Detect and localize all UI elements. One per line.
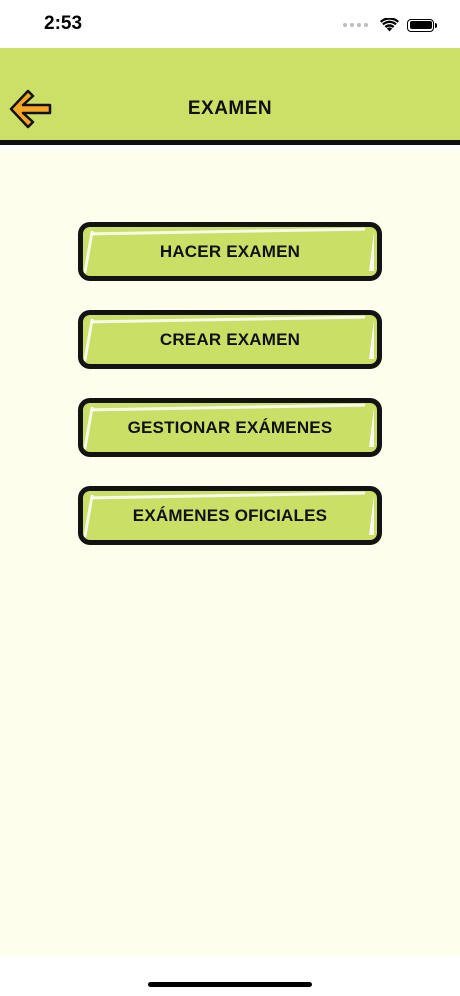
app-header: EXAMEN bbox=[0, 48, 460, 145]
button-face: CREAR EXAMEN bbox=[83, 315, 377, 364]
button-shine bbox=[369, 319, 374, 359]
button-label: EXÁMENES OFICIALES bbox=[132, 505, 328, 525]
hacer-examen-button[interactable]: HACER EXAMEN bbox=[78, 222, 382, 281]
home-indicator[interactable] bbox=[148, 982, 312, 987]
page-title: EXAMEN bbox=[187, 98, 273, 119]
button-shine bbox=[369, 231, 374, 271]
button-face: HACER EXAMEN bbox=[83, 227, 377, 276]
button-label: CREAR EXAMEN bbox=[159, 329, 301, 349]
button-label: HACER EXAMEN bbox=[159, 241, 301, 261]
status-bar: 2:53 bbox=[0, 0, 460, 48]
crear-examen-button[interactable]: CREAR EXAMEN bbox=[78, 310, 382, 369]
button-shine bbox=[369, 407, 374, 447]
main-content: HACER EXAMEN CREAR EXAMEN GESTIONAR EXÁM… bbox=[0, 150, 460, 956]
wifi-icon bbox=[380, 18, 399, 32]
examenes-oficiales-button[interactable]: EXÁMENES OFICIALES bbox=[78, 486, 382, 545]
status-time: 2:53 bbox=[44, 13, 83, 34]
button-face: GESTIONAR EXÁMENES bbox=[83, 403, 377, 452]
home-area bbox=[0, 956, 460, 996]
gestionar-examenes-button[interactable]: GESTIONAR EXÁMENES bbox=[78, 398, 382, 457]
battery-icon bbox=[407, 18, 437, 32]
screen: 2:53 EXAMEN HACER EXAMEN CREAR EXAMEN GE… bbox=[0, 0, 460, 996]
cellular-signal-icon bbox=[343, 23, 368, 27]
button-face: EXÁMENES OFICIALES bbox=[83, 491, 377, 540]
status-icons bbox=[343, 16, 437, 34]
button-label: GESTIONAR EXÁMENES bbox=[127, 417, 333, 437]
button-shine bbox=[369, 495, 374, 535]
